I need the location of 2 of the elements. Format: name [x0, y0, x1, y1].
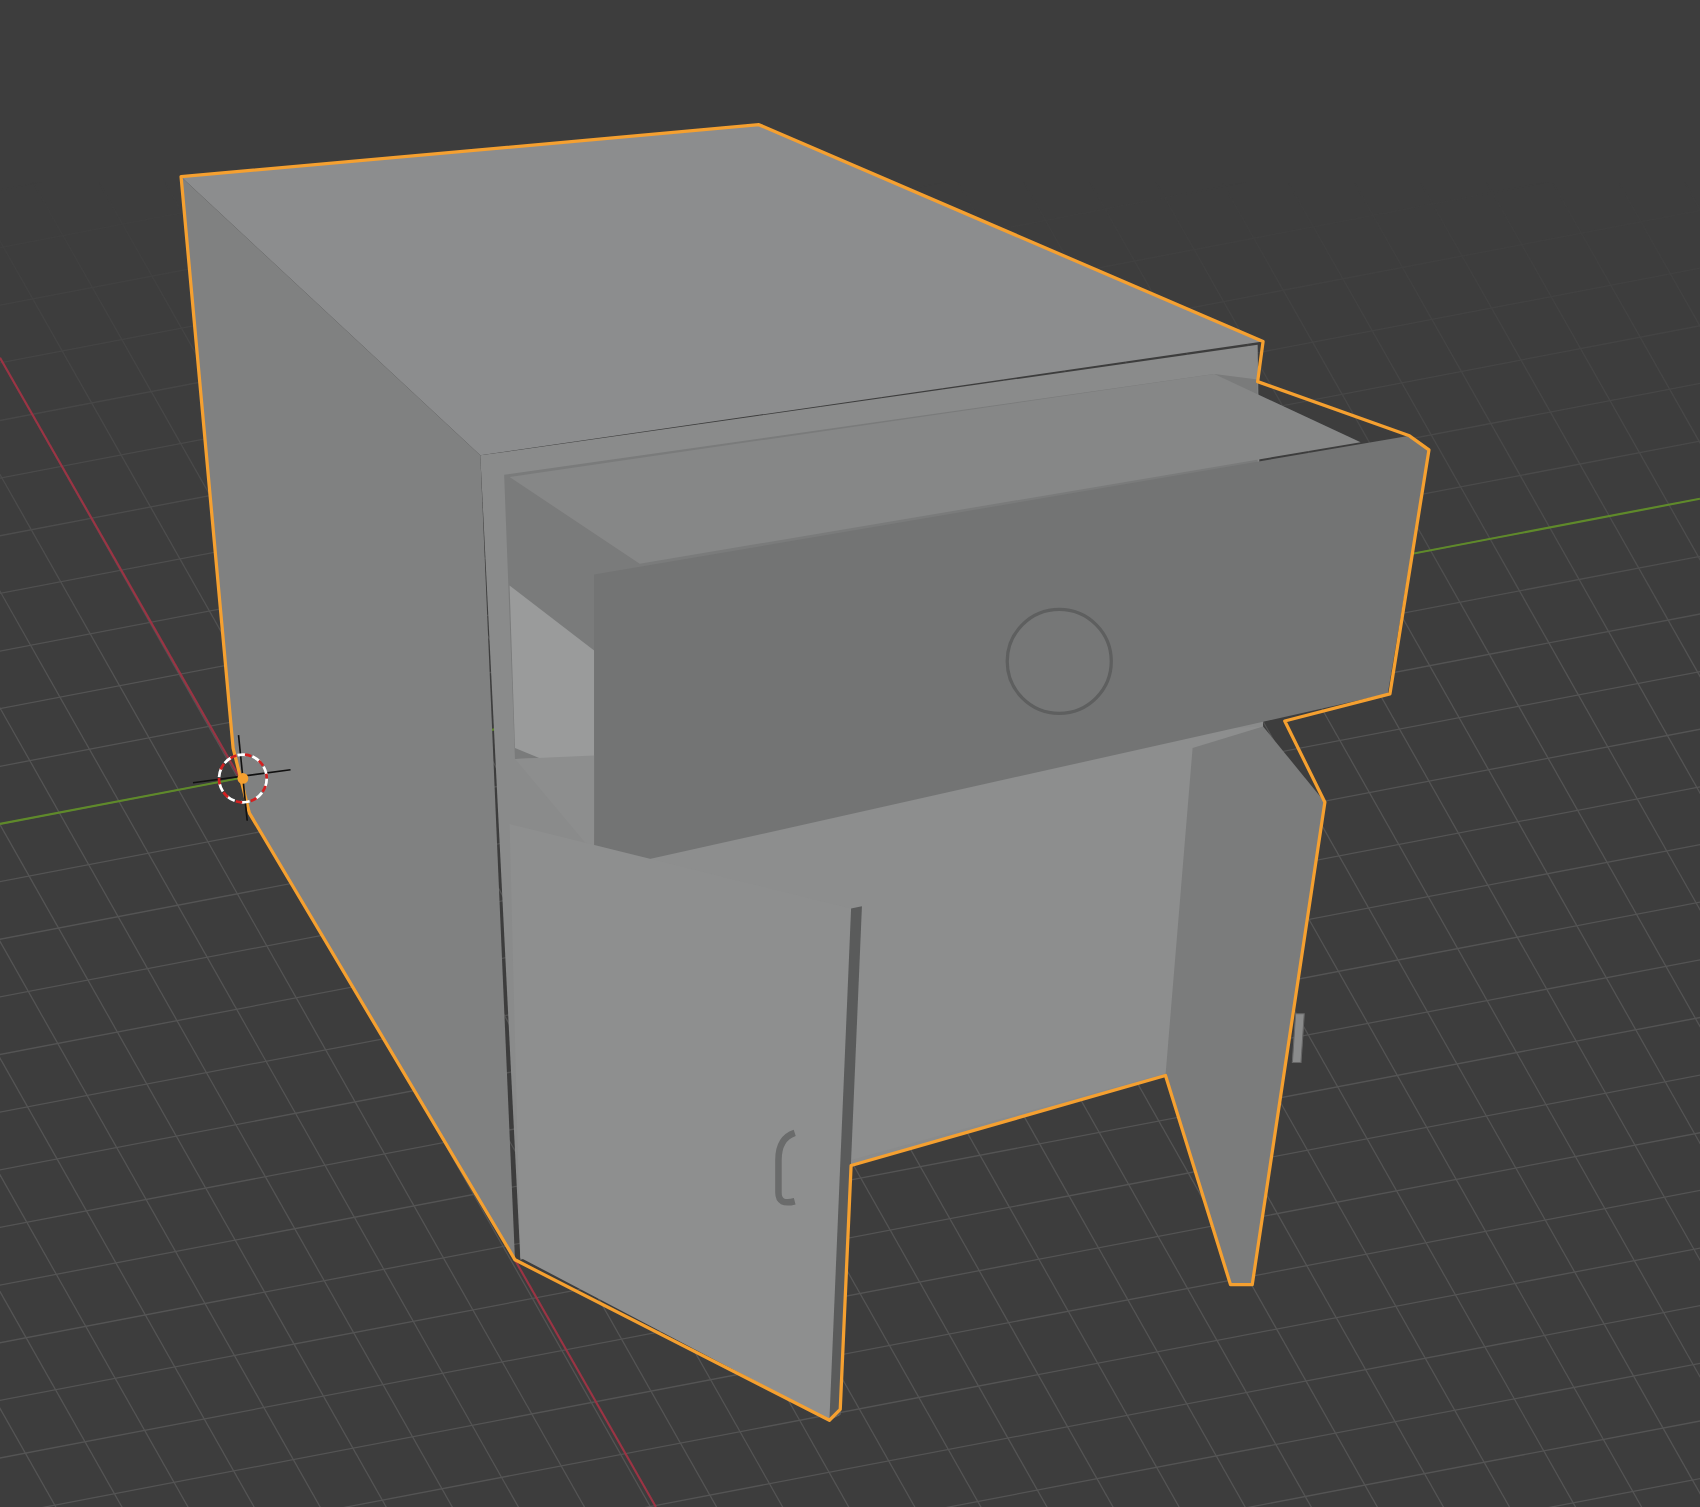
cabinet-drawing[interactable]: [179, 123, 1431, 1422]
crosshair-cursor-icon[interactable]: [192, 734, 292, 822]
